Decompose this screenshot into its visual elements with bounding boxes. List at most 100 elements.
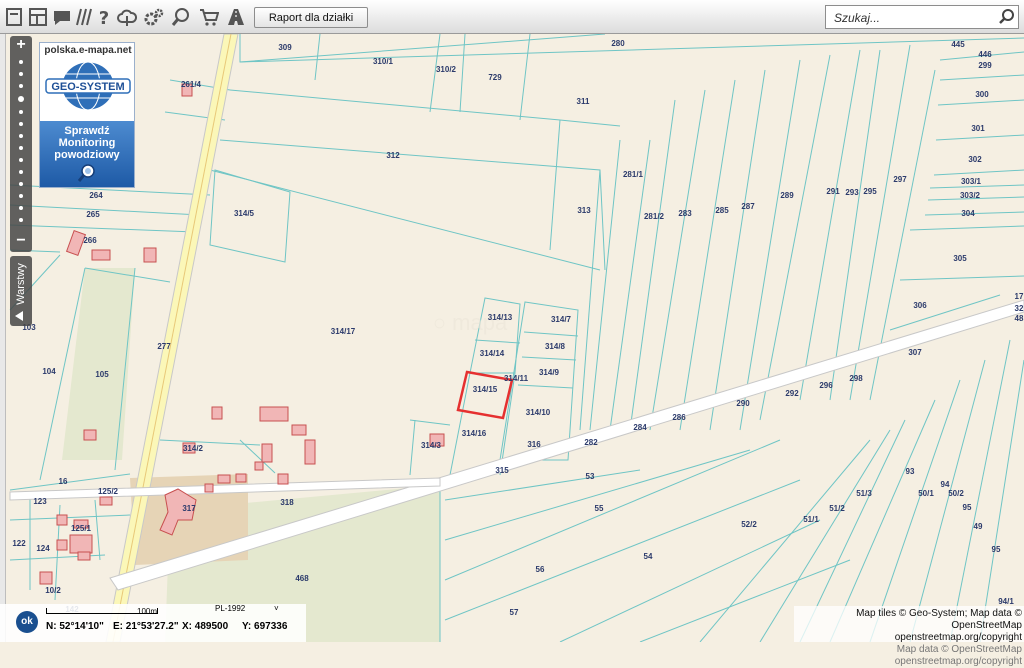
zoom-level-dot[interactable] (19, 194, 23, 198)
parcel-label[interactable]: 300 (975, 90, 989, 99)
parcel-label[interactable]: 313 (577, 206, 591, 215)
parcel-label[interactable]: 51/3 (856, 489, 872, 498)
help-icon[interactable]: ? (94, 7, 114, 27)
parcel-label[interactable]: 264 (89, 191, 103, 200)
parcel-label[interactable]: 291 (826, 187, 840, 196)
parcel-label[interactable]: 310/2 (436, 65, 457, 74)
parcel-label[interactable]: 51/1 (803, 515, 819, 524)
parcel-label[interactable]: 54 (644, 552, 653, 561)
parcel-label[interactable]: 310/1 (373, 57, 394, 66)
parcel-label[interactable]: 261/4 (181, 80, 202, 89)
parcel-label[interactable]: 292 (785, 389, 799, 398)
zoom-level-dot[interactable] (19, 206, 23, 210)
parcel-label[interactable]: 314/7 (551, 315, 572, 324)
parcel-label[interactable]: 309 (278, 43, 292, 52)
parcel-label[interactable]: 93 (906, 467, 915, 476)
chevron-down-icon[interactable]: ˅ (274, 604, 279, 613)
zoom-level-dot[interactable] (19, 134, 23, 138)
parcel-label[interactable]: 284 (633, 423, 647, 432)
cart-icon[interactable] (199, 7, 219, 27)
gears-icon[interactable] (144, 7, 164, 27)
parcel-label[interactable]: 125/2 (98, 487, 119, 496)
zoom-tool-icon[interactable] (171, 7, 191, 27)
cloud-icon[interactable] (117, 7, 137, 27)
parcel-label[interactable]: 123 (33, 497, 47, 506)
zoom-level-dot[interactable] (19, 84, 23, 88)
parcel-label[interactable]: 445 (951, 40, 965, 49)
parcel-label[interactable]: 49 (974, 522, 983, 531)
parcel-label[interactable]: 316 (527, 440, 541, 449)
parcel-label[interactable]: 314/15 (473, 385, 498, 394)
search-icon[interactable] (998, 8, 1016, 26)
parcel-label[interactable]: 318 (280, 498, 294, 507)
attribution-link[interactable]: openstreetmap.org/copyright (794, 632, 1022, 644)
parcel-label[interactable]: 265 (86, 210, 100, 219)
parcel-label[interactable]: 105 (95, 370, 109, 379)
parcel-label[interactable]: 290 (736, 399, 750, 408)
parcel-label[interactable]: 295 (863, 187, 877, 196)
parcel-label[interactable]: 94/1 (998, 597, 1014, 606)
zoom-level-dot[interactable] (19, 60, 23, 64)
parcel-label[interactable]: 305 (953, 254, 967, 263)
parcel-label[interactable]: 95 (963, 503, 972, 512)
parcel-label[interactable]: 17 (1015, 292, 1024, 301)
parcel-label[interactable]: 285 (715, 206, 729, 215)
parcel-label[interactable]: 53 (586, 472, 595, 481)
zoom-in-button[interactable]: + (10, 36, 32, 54)
zoom-slider[interactable]: + − (10, 36, 32, 252)
parcel-label[interactable]: 289 (780, 191, 794, 200)
parcel-label[interactable]: 312 (386, 151, 400, 160)
ok-button[interactable]: ok (16, 611, 38, 633)
parcel-label[interactable]: 301 (971, 124, 985, 133)
parcel-label[interactable]: 282 (584, 438, 598, 447)
parcel-label[interactable]: 314/8 (545, 342, 566, 351)
parcel-label[interactable]: 280 (611, 39, 625, 48)
parcel-label[interactable]: 286 (672, 413, 686, 422)
print-icon[interactable] (4, 7, 24, 27)
speech-bubble-icon[interactable] (52, 7, 72, 27)
parcel-label[interactable]: 283 (678, 209, 692, 218)
parcel-label[interactable]: 95 (992, 545, 1001, 554)
parcel-label[interactable]: 50/1 (918, 489, 934, 498)
parcel-label[interactable]: 277 (157, 342, 171, 351)
zoom-level-dot[interactable] (19, 72, 23, 76)
parcel-label[interactable]: 298 (849, 374, 863, 383)
parcel-label[interactable]: 314/9 (539, 368, 560, 377)
layout-icon[interactable] (28, 7, 48, 27)
parcel-label[interactable]: 314/17 (331, 327, 356, 336)
parcel-label[interactable]: 446 (978, 50, 992, 59)
parcel-label[interactable]: 314/11 (504, 374, 529, 383)
parcel-label[interactable]: 16 (59, 477, 68, 486)
parcel-label[interactable]: 122 (12, 539, 26, 548)
parcel-label[interactable]: 297 (893, 175, 907, 184)
parcel-label[interactable]: 729 (488, 73, 502, 82)
road-icon[interactable] (226, 7, 246, 27)
parcel-label[interactable]: 266 (83, 236, 97, 245)
parcel-label[interactable]: 311 (577, 97, 590, 106)
hatch-icon[interactable] (74, 7, 94, 27)
parcel-label[interactable]: 314/10 (526, 408, 551, 417)
zoom-out-button[interactable]: − (10, 232, 32, 250)
crs-select[interactable]: PL-1992 (215, 604, 245, 613)
parcel-label[interactable]: 314/14 (480, 349, 505, 358)
parcel-label[interactable]: 302 (968, 155, 982, 164)
zoom-level-dot[interactable] (19, 218, 23, 222)
parcel-label[interactable]: 314/16 (462, 429, 487, 438)
parcel-label[interactable]: 307 (908, 348, 922, 357)
parcel-label[interactable]: 57 (510, 608, 519, 617)
cadastral-map[interactable]: ○ mapa 280 309 310/1 310/2 729 311 312 3… (0, 34, 1024, 642)
parcel-label[interactable]: 315 (495, 466, 509, 475)
layers-tab[interactable]: Warstwy (10, 256, 32, 326)
search-input[interactable] (832, 8, 996, 28)
flood-monitoring-promo[interactable]: polska.e-mapa.net GEO-SYSTEM Sprawdź Mon… (39, 42, 135, 188)
parcel-label[interactable]: 287 (741, 202, 755, 211)
parcel-label[interactable]: 10/2 (45, 586, 61, 595)
report-for-plot-button[interactable]: Raport dla działki (254, 7, 368, 28)
zoom-level-dot[interactable] (19, 182, 23, 186)
zoom-level-dot[interactable] (19, 170, 23, 174)
parcel-label[interactable]: 56 (536, 565, 545, 574)
map-canvas[interactable]: ○ mapa 280 309 310/1 310/2 729 311 312 3… (0, 34, 1024, 642)
parcel-label[interactable]: 306 (913, 301, 927, 310)
parcel-label[interactable]: 314/2 (183, 444, 204, 453)
parcel-label[interactable]: 314/3 (421, 441, 442, 450)
